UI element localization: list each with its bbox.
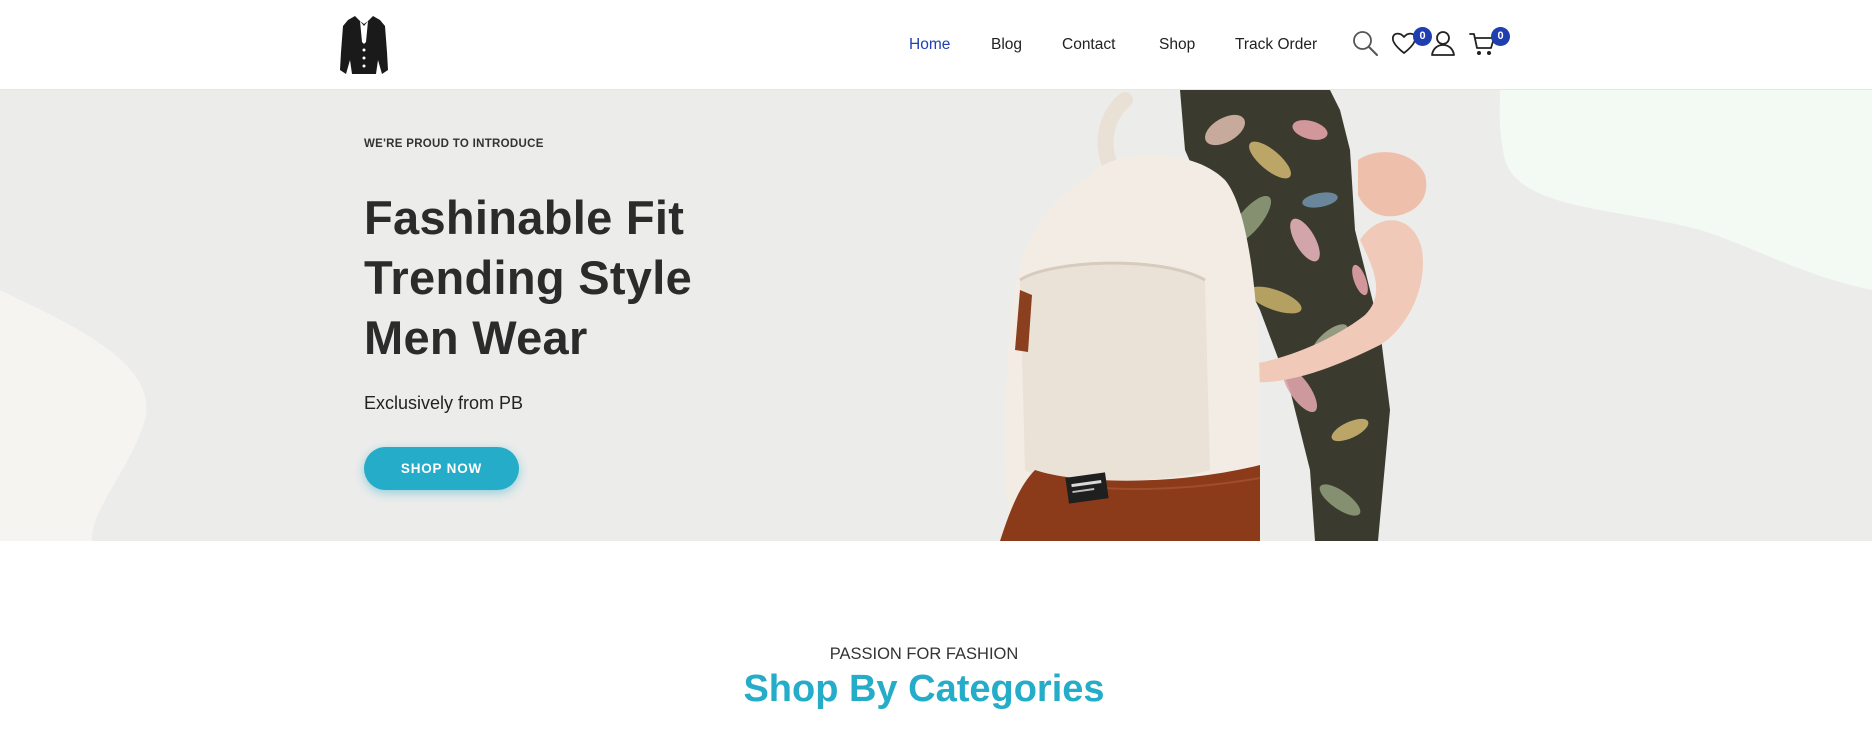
hero-headline-line-1: Fashinable Fit [364,191,685,244]
wishlist-button[interactable]: 0 [1389,27,1432,58]
hero-background-shapes [0,90,1872,541]
hero-product-image [1000,90,1427,541]
categories-eyebrow: PASSION FOR FASHION [829,645,1019,663]
categories-title: Shop By Categories [743,668,1105,710]
search-icon[interactable] [1350,28,1380,58]
hero-eyebrow: WE'RE PROUD TO INTRODUCE [364,138,544,150]
nav-blog[interactable]: Blog [991,36,1022,54]
nav-shop[interactable]: Shop [1159,36,1195,54]
hero-subline: Exclusively from PB [364,393,524,413]
nav-home[interactable]: Home [909,36,950,54]
hero-banner: WE'RE PROUD TO INTRODUCE Fashinable Fit … [0,90,1872,541]
hero-headline-line-2: Trending Style [364,251,693,304]
nav-contact[interactable]: Contact [1062,36,1115,54]
shop-now-button[interactable]: SHOP NOW [364,447,519,490]
hero-headline: Fashinable Fit Trending Style Men Wear [364,188,692,368]
nav-track-order[interactable]: Track Order [1235,36,1317,54]
main-nav: Home Blog Contact Shop Track Order 0 0 [0,0,1872,90]
site-header: Home Blog Contact Shop Track Order 0 0 [0,0,1872,90]
cart-button[interactable]: 0 [1467,27,1510,58]
cart-count-badge: 0 [1491,27,1510,46]
hero-headline-line-3: Men Wear [364,311,588,364]
user-icon[interactable] [1428,28,1458,58]
